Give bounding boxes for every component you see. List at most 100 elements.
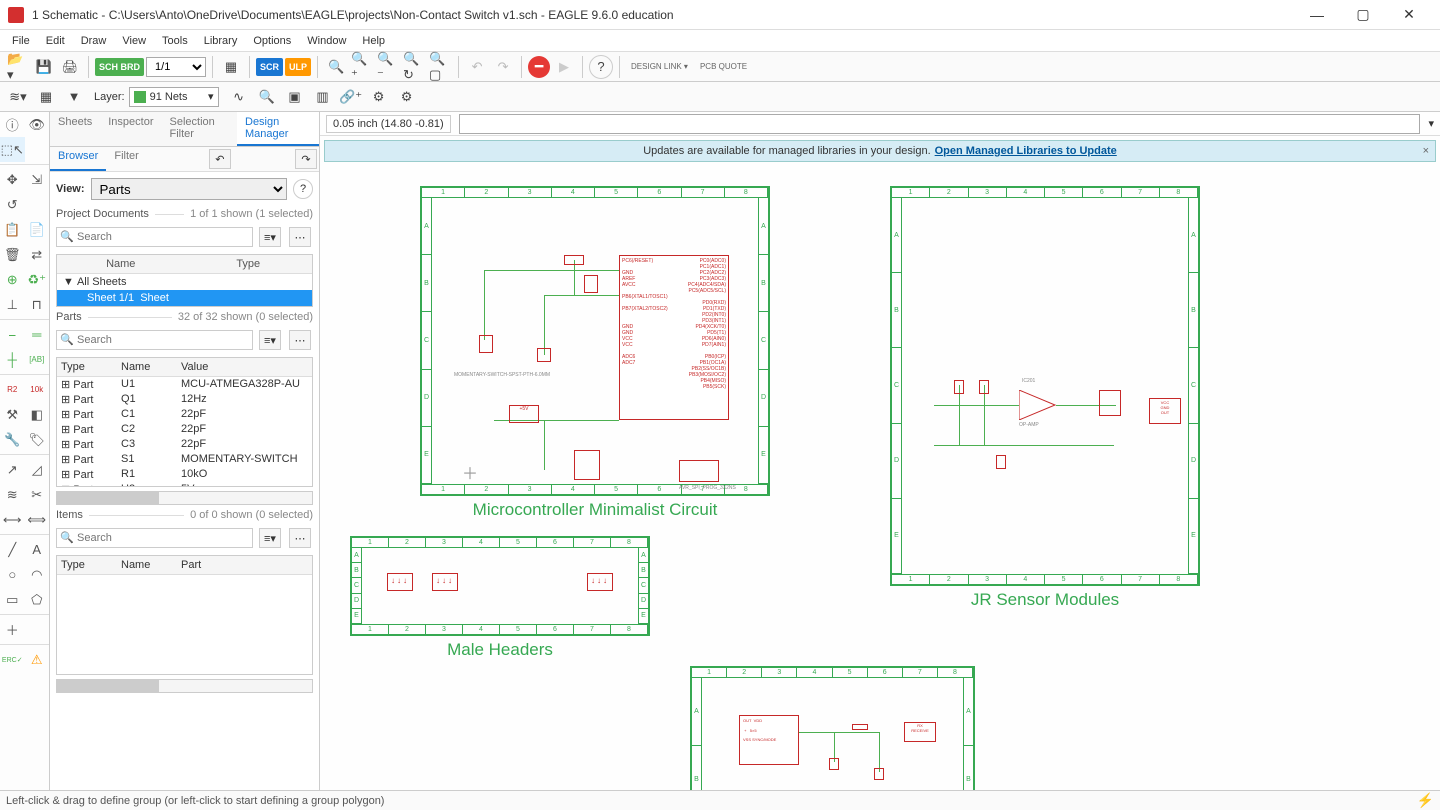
pcb-quote-button[interactable]: PCB QUOTE xyxy=(695,55,752,79)
sch-brd-badge[interactable]: SCH BRD xyxy=(95,58,144,76)
panel-help-button[interactable]: ? xyxy=(293,179,313,199)
menu-help[interactable]: Help xyxy=(354,33,393,49)
tab-selection-filter[interactable]: Selection Filter xyxy=(162,112,238,146)
tool-label[interactable]: [AB] xyxy=(25,347,50,372)
box-tool[interactable]: ▣ xyxy=(283,85,307,109)
tab-design-manager[interactable]: Design Manager xyxy=(237,112,319,146)
tool-errors[interactable]: ⚠ xyxy=(25,647,50,672)
open-button[interactable]: 📂▾ xyxy=(6,55,30,79)
tool-invoke[interactable]: ◧ xyxy=(25,402,50,427)
tool-dimension[interactable]: ⟷ xyxy=(0,507,25,532)
tool-arc[interactable]: ◠ xyxy=(25,562,50,587)
parts-row[interactable]: ⊞ PartC122pF xyxy=(57,407,312,422)
filter-button[interactable]: ▼ xyxy=(62,85,86,109)
tool-value[interactable]: 10k xyxy=(25,377,50,402)
items-hscroll[interactable] xyxy=(56,679,313,693)
parts-hscroll[interactable] xyxy=(56,491,313,505)
tool-text[interactable]: A xyxy=(25,537,50,562)
tool-pinswap[interactable]: ⊥ xyxy=(0,292,25,317)
tab-inspector[interactable]: Inspector xyxy=(100,112,161,146)
items-list-btn[interactable]: ≡▾ xyxy=(259,528,281,548)
parts-row[interactable]: ⊞ PartR110kO xyxy=(57,467,312,482)
go-button[interactable]: ▶ xyxy=(552,55,576,79)
tool-miter[interactable]: ◿ xyxy=(25,457,50,482)
parts-row[interactable]: ⊞ PartS1MOMENTARY-SWITCH xyxy=(57,452,312,467)
ulp-badge[interactable]: ULP xyxy=(285,58,311,76)
menu-edit[interactable]: Edit xyxy=(38,33,73,49)
sheet-selector[interactable]: 1/1 xyxy=(146,57,206,77)
tool-mirror[interactable]: ⇄ xyxy=(25,242,50,267)
tool-smash[interactable]: ⚒ xyxy=(0,402,25,427)
minimize-button[interactable]: — xyxy=(1294,0,1340,30)
tool-paste[interactable]: 📄 xyxy=(25,217,50,242)
projdocs-more-btn[interactable]: ⋯ xyxy=(289,227,311,247)
items-more-btn[interactable]: ⋯ xyxy=(289,528,311,548)
redo-button[interactable]: ↷ xyxy=(491,55,515,79)
tool-bus[interactable]: ═ xyxy=(25,322,50,347)
tool-name[interactable]: R2 xyxy=(0,377,25,402)
grid-button[interactable]: ▦ xyxy=(34,85,58,109)
menu-library[interactable]: Library xyxy=(196,33,246,49)
scr-badge[interactable]: SCR xyxy=(256,58,283,76)
menu-window[interactable]: Window xyxy=(299,33,354,49)
zoom-fit-button[interactable]: 🔍 xyxy=(324,55,348,79)
menu-tools[interactable]: Tools xyxy=(154,33,196,49)
projdocs-search[interactable] xyxy=(56,227,253,247)
tool-erc[interactable]: ERC✓ xyxy=(0,647,25,672)
projdocs-list-btn[interactable]: ≡▾ xyxy=(259,227,281,247)
parts-search[interactable] xyxy=(56,330,253,350)
tool-gateswap[interactable]: ⊓ xyxy=(25,292,50,317)
subtab-filter[interactable]: Filter xyxy=(106,147,146,171)
stop-button[interactable]: ━ xyxy=(528,56,550,78)
zoom-redraw-button[interactable]: 🔍↻ xyxy=(402,55,426,79)
tool-optimize[interactable]: ≋ xyxy=(0,482,25,507)
parts-row[interactable]: ⊞ PartC322pF xyxy=(57,437,312,452)
tree-row[interactable]: Sheet 1/1 Sheet xyxy=(57,290,312,306)
menu-draw[interactable]: Draw xyxy=(73,33,115,49)
gear2-tool[interactable]: ⚙ xyxy=(395,85,419,109)
layers-button[interactable]: ≋▾ xyxy=(6,85,30,109)
sine-tool[interactable]: ∿ xyxy=(227,85,251,109)
tool-move[interactable]: ✥ xyxy=(0,167,25,192)
tool-rotate[interactable]: ↺ xyxy=(0,192,25,217)
command-input[interactable] xyxy=(459,114,1421,134)
design-link-button[interactable]: DESIGN LINK ▾ xyxy=(626,55,693,79)
help-button[interactable]: ? xyxy=(589,55,613,79)
tool-change[interactable]: 🔧 xyxy=(0,427,25,452)
print-button[interactable]: 🖨 xyxy=(58,55,82,79)
undo-button[interactable]: ↶ xyxy=(465,55,489,79)
parts-more-btn[interactable]: ⋯ xyxy=(289,330,311,350)
tool-junction[interactable]: ┼ xyxy=(0,347,25,372)
tree-row[interactable]: ▼ All Sheets xyxy=(57,274,312,290)
parts-list-btn[interactable]: ≡▾ xyxy=(259,330,281,350)
module-tool[interactable]: ▥ xyxy=(311,85,335,109)
tool-slice[interactable]: ✂ xyxy=(25,482,50,507)
tool-circle[interactable]: ○ xyxy=(0,562,25,587)
tool-rect[interactable]: ▭ xyxy=(0,587,25,612)
notice-link[interactable]: Open Managed Libraries to Update xyxy=(935,145,1117,157)
tool-copy[interactable]: 📋 xyxy=(0,217,25,242)
tool-distribute[interactable]: ⇲ xyxy=(25,167,50,192)
tab-sheets[interactable]: Sheets xyxy=(50,112,100,146)
tool-group[interactable]: ⬚↖ xyxy=(0,137,25,162)
tool-mark[interactable]: ＋ xyxy=(0,617,25,642)
zoom-in-button[interactable]: 🔍⁺ xyxy=(350,55,374,79)
tool-dim2[interactable]: ⟺ xyxy=(25,507,50,532)
menu-view[interactable]: View xyxy=(114,33,154,49)
save-button[interactable]: 💾 xyxy=(32,55,56,79)
cmd-dropdown-icon[interactable]: ▾ xyxy=(1428,117,1434,130)
menu-file[interactable]: File xyxy=(4,33,38,49)
parts-row[interactable]: ⊞ PartU1MCU-ATMEGA328P-AU xyxy=(57,377,312,392)
tool-info[interactable]: ⓘ xyxy=(0,112,25,137)
link-tool[interactable]: 🔗⁺ xyxy=(339,85,363,109)
layer-dropdown[interactable]: 91 Nets ▾ xyxy=(129,87,219,107)
parts-row[interactable]: ⊞ PartC222pF xyxy=(57,422,312,437)
parts-row[interactable]: ⊞ PartU25V xyxy=(57,482,312,487)
fwd-button[interactable]: ↷ xyxy=(295,149,317,169)
back-button[interactable]: ↶ xyxy=(209,149,231,169)
tool-replace[interactable]: ♻⁺ xyxy=(25,267,50,292)
parts-row[interactable]: ⊞ PartQ112Hz xyxy=(57,392,312,407)
menu-options[interactable]: Options xyxy=(245,33,299,49)
items-search[interactable] xyxy=(56,528,253,548)
tool-net[interactable]: ⎯ xyxy=(0,322,25,347)
